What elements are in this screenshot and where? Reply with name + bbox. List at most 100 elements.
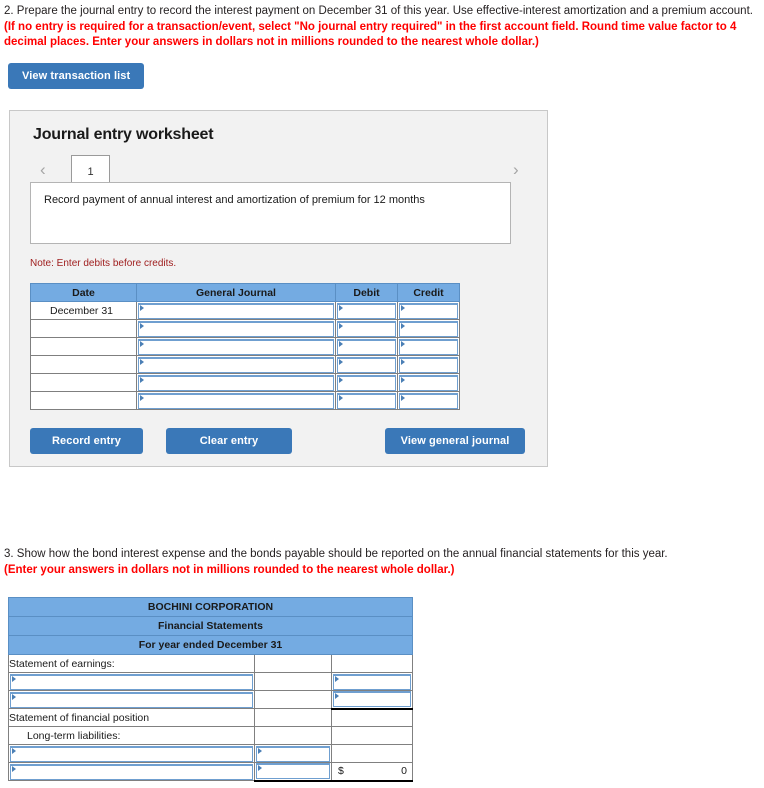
fs-amount-cell-b — [331, 744, 413, 763]
fs-amount-input-b-2[interactable] — [333, 673, 411, 690]
journal-account-cell[interactable] — [136, 391, 336, 410]
journal-debit-cell[interactable] — [335, 355, 398, 374]
journal-credit-input-3[interactable] — [399, 338, 458, 355]
journal-date-cell: December 31 — [30, 301, 137, 320]
fs-header-row: For year ended December 31 — [8, 635, 413, 655]
fs-amount-cell-a[interactable] — [254, 744, 332, 763]
journal-account-input-1[interactable] — [138, 302, 334, 319]
journal-account-cell[interactable] — [136, 301, 336, 320]
table-row — [8, 672, 413, 691]
worksheet-description: Record payment of annual interest and am… — [30, 182, 511, 244]
fs-header-line-1: BOCHINI CORPORATION — [8, 597, 413, 617]
chevron-right-icon[interactable]: › — [513, 161, 519, 179]
fs-amount-cell-a[interactable] — [254, 762, 332, 782]
question-3-text: Show how the bond interest expense and t… — [16, 548, 668, 560]
journal-credit-cell[interactable] — [397, 301, 460, 320]
column-header-credit: Credit — [397, 283, 460, 302]
journal-debit-input-2[interactable] — [337, 320, 396, 337]
journal-credit-cell[interactable] — [397, 373, 460, 392]
fs-amount-cell-a — [254, 726, 332, 745]
fs-row-label: Long-term liabilities: — [8, 726, 255, 745]
journal-account-input-4[interactable] — [138, 356, 334, 373]
journal-account-cell[interactable] — [136, 373, 336, 392]
journal-debit-input-6[interactable] — [337, 392, 396, 409]
debits-before-credits-note: Note: Enter debits before credits. — [30, 258, 177, 269]
fs-total-cell: $0 — [331, 762, 413, 782]
clear-entry-button[interactable]: Clear entry — [166, 428, 292, 454]
fs-row-label: Statement of financial position — [8, 708, 255, 727]
journal-debit-input-1[interactable] — [337, 302, 396, 319]
question-3-instructions: (Enter your answers in dollars not in mi… — [4, 563, 455, 576]
fs-amount-cell-b[interactable] — [331, 690, 413, 710]
journal-account-cell[interactable] — [136, 355, 336, 374]
journal-debit-cell[interactable] — [335, 319, 398, 338]
question-2-prompt: 2. Prepare the journal entry to record t… — [0, 0, 764, 51]
fs-amount-input-a-7[interactable] — [256, 763, 330, 780]
journal-account-input-6[interactable] — [138, 392, 334, 409]
journal-account-input-3[interactable] — [138, 338, 334, 355]
journal-account-input-5[interactable] — [138, 374, 334, 391]
journal-debit-cell[interactable] — [335, 391, 398, 410]
fs-total-value: 0 — [401, 765, 407, 778]
journal-date-cell — [30, 355, 137, 374]
table-row — [30, 319, 460, 338]
fs-amount-cell-b — [331, 708, 413, 727]
journal-debit-cell[interactable] — [335, 301, 398, 320]
fs-header-line-2: Financial Statements — [8, 616, 413, 636]
question-2-text: Prepare the journal entry to record the … — [16, 5, 753, 17]
fs-amount-cell-b — [331, 726, 413, 745]
fs-amount-input-b-3[interactable] — [333, 691, 411, 708]
chevron-left-icon[interactable]: ‹ — [40, 161, 46, 179]
fs-amount-cell-b[interactable] — [331, 672, 413, 691]
fs-account-input-2[interactable] — [10, 673, 253, 690]
column-header-date: Date — [30, 283, 137, 302]
fs-account-cell[interactable] — [8, 762, 255, 781]
journal-debit-input-4[interactable] — [337, 356, 396, 373]
fs-account-input-6[interactable] — [10, 745, 253, 762]
fs-amount-cell-b — [331, 654, 413, 673]
table-row — [8, 744, 413, 763]
journal-account-input-2[interactable] — [138, 320, 334, 337]
table-row — [30, 355, 460, 374]
question-2-instructions: (If no entry is required for a transacti… — [4, 20, 737, 49]
table-row — [8, 690, 413, 710]
record-entry-button[interactable]: Record entry — [30, 428, 143, 454]
journal-debit-input-5[interactable] — [337, 374, 396, 391]
view-transaction-list-button[interactable]: View transaction list — [8, 62, 145, 89]
fs-account-cell[interactable] — [8, 744, 255, 763]
fs-account-cell[interactable] — [8, 690, 255, 709]
fs-amount-cell-a — [254, 672, 332, 691]
journal-debit-input-3[interactable] — [337, 338, 396, 355]
view-general-journal-button[interactable]: View general journal — [385, 428, 525, 454]
fs-account-input-3[interactable] — [10, 691, 253, 708]
journal-credit-input-2[interactable] — [399, 320, 458, 337]
table-row — [30, 337, 460, 356]
journal-credit-input-5[interactable] — [399, 374, 458, 391]
journal-credit-input-1[interactable] — [399, 302, 458, 319]
journal-table-header-row: Date General Journal Debit Credit — [30, 283, 460, 302]
fs-header-row: BOCHINI CORPORATION — [8, 597, 413, 617]
journal-account-cell[interactable] — [136, 337, 336, 356]
fs-header-row: Financial Statements — [8, 616, 413, 636]
journal-credit-cell[interactable] — [397, 337, 460, 356]
question-3-prompt: 3. Show how the bond interest expense an… — [0, 543, 760, 578]
journal-date-cell — [30, 373, 137, 392]
journal-date-cell — [30, 391, 137, 410]
journal-account-cell[interactable] — [136, 319, 336, 338]
journal-debit-cell[interactable] — [335, 373, 398, 392]
journal-credit-cell[interactable] — [397, 319, 460, 338]
journal-credit-input-4[interactable] — [399, 356, 458, 373]
question-3-number: 3. — [4, 548, 14, 560]
journal-credit-cell[interactable] — [397, 355, 460, 374]
fs-amount-input-a-6[interactable] — [256, 745, 330, 762]
column-header-general-journal: General Journal — [136, 283, 336, 302]
column-header-debit: Debit — [335, 283, 398, 302]
fs-account-cell[interactable] — [8, 672, 255, 691]
table-row — [30, 373, 460, 392]
fs-account-input-7[interactable] — [10, 763, 253, 780]
table-row: December 31 — [30, 301, 460, 320]
table-row — [30, 391, 460, 410]
journal-debit-cell[interactable] — [335, 337, 398, 356]
journal-credit-input-6[interactable] — [399, 392, 458, 409]
journal-credit-cell[interactable] — [397, 391, 460, 410]
